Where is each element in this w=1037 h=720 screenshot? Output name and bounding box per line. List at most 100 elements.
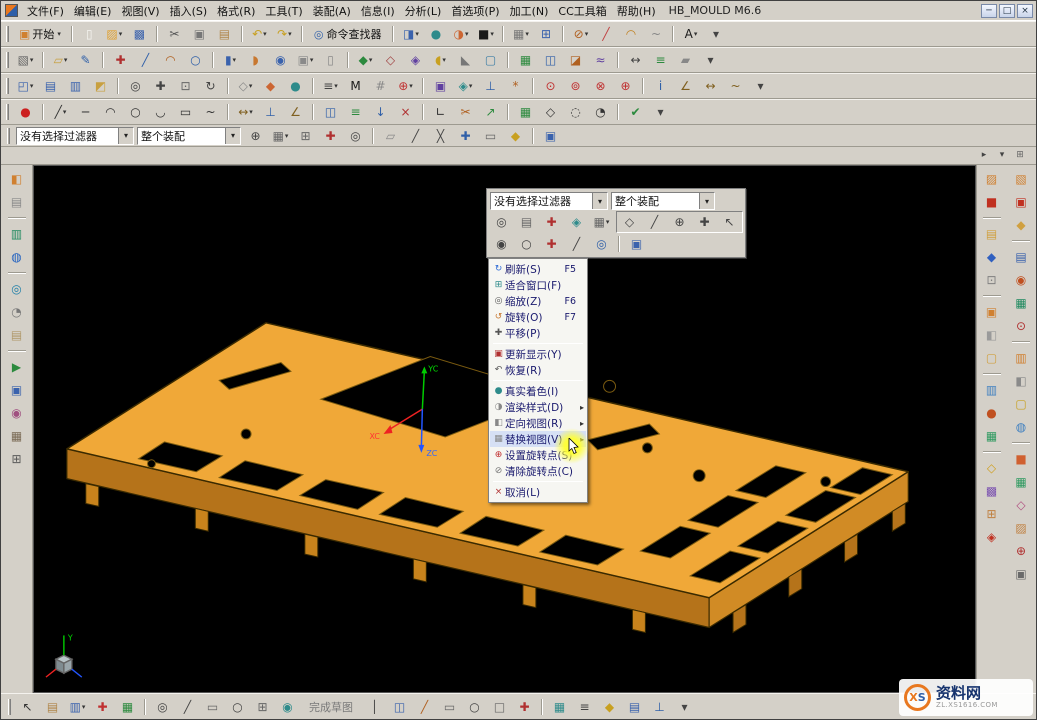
angle-icon[interactable]: ∠ [674, 76, 697, 96]
direct-select-icon[interactable]: ▧▾ [14, 50, 37, 70]
mould-tool-icon[interactable]: ◆ [1010, 215, 1033, 235]
mould-tool-icon[interactable]: ▩ [980, 481, 1003, 501]
arc-annot-icon[interactable]: ◠ [619, 24, 642, 44]
mould-tool-icon[interactable]: ▨ [980, 169, 1003, 189]
menubar-item[interactable]: 信息(I) [356, 2, 400, 20]
divider-icon[interactable]: │ [363, 697, 386, 717]
undo-icon[interactable]: ↶▾ [248, 24, 271, 44]
dropdown-arrow-icon[interactable]: ▾ [585, 30, 589, 38]
dropdown-arrow-icon[interactable]: ▾ [409, 82, 413, 90]
fp-slash-icon[interactable]: ╱ [565, 234, 588, 254]
offset-surface-icon[interactable]: ≡ [649, 50, 672, 70]
dropdown-arrow-icon[interactable]: ▾ [310, 56, 314, 64]
plane-snap-icon[interactable]: ▱ [379, 126, 402, 146]
mb3-options-icon[interactable]: ▣ [539, 126, 562, 146]
shell-icon[interactable]: ▢ [479, 50, 502, 70]
menubar-item[interactable]: 格式(R) [212, 2, 260, 20]
dropdown-arrow-icon[interactable]: ▾ [525, 30, 529, 38]
toolbar-grip[interactable] [7, 128, 10, 144]
slash-bottom-icon[interactable]: ╱ [413, 697, 436, 717]
mould-tool-icon[interactable]: ▦ [1010, 472, 1033, 492]
sketch-icon[interactable]: ✎ [74, 50, 97, 70]
dock-expand-icon[interactable]: ▸ [976, 149, 992, 163]
context-menu-item[interactable]: ↶恢复(R) [490, 362, 586, 378]
fit-view-icon[interactable]: ⊡ [174, 76, 197, 96]
pattern-curve-icon[interactable]: ▦ [514, 102, 537, 122]
command-finder-button[interactable]: ◎ 命令查找器 [308, 24, 388, 44]
list-icon[interactable]: ≡ [573, 697, 596, 717]
mould-tool-icon[interactable]: ■ [1010, 449, 1033, 469]
move-face-icon[interactable]: ↔ [624, 50, 647, 70]
process-icon[interactable]: ▶ [5, 357, 28, 377]
context-menu-item[interactable]: ✚平移(P) [490, 325, 586, 341]
iso-view-icon[interactable]: ◩ [89, 76, 112, 96]
teal-grid-icon[interactable]: ▦ [548, 697, 571, 717]
quick-trim-icon[interactable]: ✂ [454, 102, 477, 122]
plus-snap-icon[interactable]: ✚ [454, 126, 477, 146]
dropdown-arrow-icon[interactable]: ▾ [465, 30, 469, 38]
dropdown-arrow-icon[interactable]: ▾ [249, 108, 253, 116]
offset-curve-icon[interactable]: ≡ [344, 102, 367, 122]
arc-icon[interactable]: ◠ [159, 50, 182, 70]
menubar-item[interactable]: 首选项(P) [446, 2, 504, 20]
fp-arrow-icon[interactable]: ↖ [718, 212, 741, 232]
fp-layer-icon[interactable]: ▤ [515, 212, 538, 232]
dropdown-arrow-icon[interactable]: ▾ [263, 30, 267, 38]
dock-collapse-icon[interactable]: ▾ [994, 149, 1010, 163]
mould-tool-icon[interactable]: ◇ [1010, 495, 1033, 515]
new-file-icon[interactable]: ▯ [78, 24, 101, 44]
component-icon[interactable]: ◈▾ [454, 76, 477, 96]
dropdown-arrow-icon[interactable]: ▾ [694, 30, 698, 38]
close-button[interactable]: × [1017, 4, 1033, 18]
context-menu-item[interactable]: ↺旋转(O)F7 [490, 309, 586, 325]
mould-tool-icon[interactable]: ▥ [1010, 348, 1033, 368]
project-curve-icon[interactable]: ↓ [369, 102, 392, 122]
point-plus-icon[interactable]: ✚ [319, 126, 342, 146]
menubar-item[interactable]: 视图(V) [116, 2, 164, 20]
fp-gem-icon[interactable]: ◈ [565, 212, 588, 232]
save-icon[interactable]: ▩ [128, 24, 151, 44]
profile-icon[interactable]: ╱▾ [49, 102, 72, 122]
orient-view-icon[interactable]: ◰▾ [14, 76, 37, 96]
mould-tool-icon[interactable]: ◆ [980, 247, 1003, 267]
rectangle-icon[interactable]: ▭ [174, 102, 197, 122]
wave-icon[interactable]: ~ [724, 76, 747, 96]
minimize-button[interactable]: ─ [981, 4, 997, 18]
spline-icon[interactable]: ~ [199, 102, 222, 122]
assembly-constraints-icon[interactable]: ▣ [429, 76, 452, 96]
extend-icon[interactable]: ↗ [479, 102, 502, 122]
mould-tool-icon[interactable]: ▥ [980, 380, 1003, 400]
zoom-tool-icon[interactable]: ◎ [151, 697, 174, 717]
filter-grid-icon[interactable]: ▦▾ [269, 126, 292, 146]
float-filter-combo[interactable]: 没有选择过滤器 ▾ [490, 192, 608, 210]
sew-icon[interactable]: ≈ [589, 50, 612, 70]
touch-mode-icon[interactable]: ⊞ [5, 449, 28, 469]
unite-icon[interactable]: ◆▾ [354, 50, 377, 70]
context-menu-item[interactable]: ◎缩放(Z)F6 [490, 293, 586, 309]
ellipse-icon[interactable]: ◌ [564, 102, 587, 122]
top-view-icon[interactable]: ▥ [64, 76, 87, 96]
context-menu-item[interactable]: ×取消(L) [490, 484, 586, 500]
dock-grid-icon[interactable]: ⊞ [1012, 149, 1028, 163]
float-scope-combo[interactable]: 整个装配 ▾ [611, 192, 715, 210]
distance-icon[interactable]: ↔ [699, 76, 722, 96]
render-sphere-icon[interactable]: ● [424, 24, 447, 44]
context-menu-item[interactable]: ↻刷新(S)F5 [490, 261, 586, 277]
mould-tool-icon[interactable]: ⊞ [980, 504, 1003, 524]
view-cube-icon[interactable]: ◨▾ [399, 24, 422, 44]
edge-blend-icon[interactable]: ◖▾ [429, 50, 452, 70]
mould-tool-icon[interactable]: ▦ [1010, 293, 1033, 313]
thicken-icon[interactable]: ▰ [674, 50, 697, 70]
mould-tool-icon[interactable]: ● [980, 403, 1003, 423]
dropdown-arrow-icon[interactable]: ▾ [119, 30, 123, 38]
mould-tool-icon[interactable]: ▢ [1010, 394, 1033, 414]
snap-end-icon[interactable]: ⊙ [539, 76, 562, 96]
finish-sketch-icon[interactable]: ✔ [624, 102, 647, 122]
more-standard-icon[interactable]: ▾ [704, 24, 727, 44]
combo-arrow-icon[interactable]: ▾ [592, 193, 607, 209]
dropdown-arrow-icon[interactable]: ▾ [63, 108, 67, 116]
roles-icon[interactable]: ◉ [5, 403, 28, 423]
rect-bottom-icon[interactable]: ▭ [438, 697, 461, 717]
zoom-view-icon[interactable]: ◎ [124, 76, 147, 96]
add-icon[interactable]: ✚ [91, 697, 114, 717]
